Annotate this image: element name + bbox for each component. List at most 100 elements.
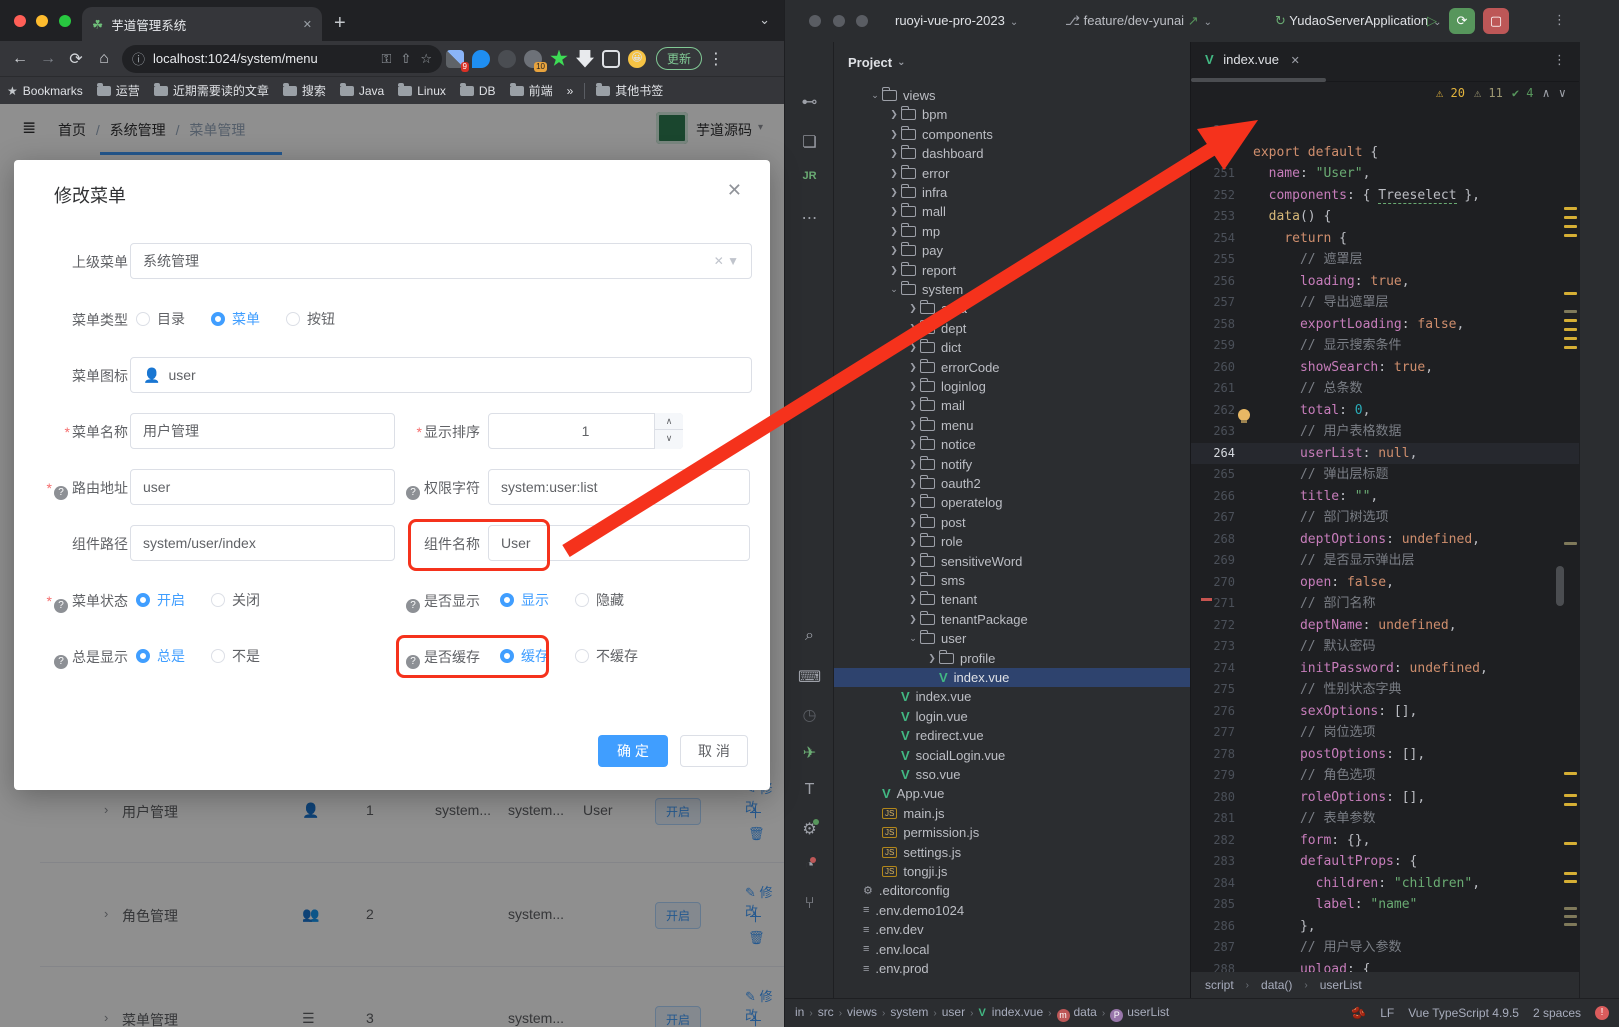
ide-close-icon[interactable] bbox=[809, 15, 821, 27]
traffic-lights[interactable] bbox=[14, 14, 71, 32]
bookmarks-manager[interactable]: ★ Bookmarks bbox=[7, 84, 83, 98]
ide-minimize-icon[interactable] bbox=[833, 15, 845, 27]
editor-breadcrumbs[interactable]: script › data() › userList bbox=[1191, 972, 1579, 998]
jrebel-plugin-icon[interactable]: JR bbox=[785, 170, 834, 182]
code-line[interactable]: 277 // 岗位选项 bbox=[1191, 722, 1579, 744]
code-line[interactable]: 272 deptName: undefined, bbox=[1191, 615, 1579, 637]
terminal-tool-icon[interactable]: ⌨ bbox=[785, 667, 834, 687]
tree-folder[interactable]: ❯components bbox=[834, 125, 1190, 144]
tree-folder[interactable]: ❯tenant bbox=[834, 590, 1190, 609]
code-line[interactable]: 261 // 总条数 bbox=[1191, 378, 1579, 400]
tree-folder[interactable]: ❯dashboard bbox=[834, 144, 1190, 163]
extension-circle-icon[interactable] bbox=[498, 50, 516, 68]
vcs-branch-widget[interactable]: ⎇ feature/dev-yunai ↗⌄ bbox=[1065, 13, 1212, 29]
browser-tab[interactable]: ☘ 芋道管理系统 ✕ bbox=[82, 7, 322, 41]
home-icon[interactable]: ⌂ bbox=[90, 50, 118, 68]
tree-folder[interactable]: ❯mp bbox=[834, 222, 1190, 241]
code-line[interactable]: 278 postOptions: [], bbox=[1191, 744, 1579, 766]
back-icon[interactable]: ← bbox=[6, 50, 34, 68]
run-config-selector[interactable]: ↻ YudaoServerApplication⌄ bbox=[1275, 13, 1441, 29]
code-line[interactable]: 255 // 遮罩层 bbox=[1191, 249, 1579, 271]
git-tool-icon[interactable]: ⑂ bbox=[785, 895, 834, 913]
crumb-script[interactable]: script bbox=[1205, 978, 1234, 992]
bookmark-folder[interactable]: DB bbox=[460, 82, 496, 99]
tree-folder[interactable]: ❯pay bbox=[834, 241, 1190, 260]
statusbar-path-item[interactable]: Vindex.vue bbox=[978, 1005, 1043, 1019]
tree-folder[interactable]: ❯bpm bbox=[834, 105, 1190, 124]
spring-statusbar-icon[interactable]: 🫘 bbox=[1351, 1006, 1366, 1020]
rerun-debug-button[interactable]: ⟳ bbox=[1449, 8, 1475, 34]
code-line[interactable]: 275 // 性别状态字典 bbox=[1191, 679, 1579, 701]
tree-file[interactable]: ≡.env.local bbox=[834, 940, 1190, 959]
code-line[interactable]: 282 form: {}, bbox=[1191, 830, 1579, 852]
code-line[interactable]: 280 roleOptions: [], bbox=[1191, 787, 1579, 809]
ide-zoom-icon[interactable] bbox=[856, 15, 868, 27]
code-line[interactable]: 263 // 用户表格数据 bbox=[1191, 421, 1579, 443]
code-line[interactable]: 288 upload: { bbox=[1191, 959, 1579, 973]
bookmark-folder[interactable]: 近期需要读的文章 bbox=[154, 82, 269, 99]
bookmark-folder[interactable]: Linux bbox=[398, 82, 446, 99]
code-line[interactable]: 252 components: { Treeselect }, bbox=[1191, 185, 1579, 207]
site-info-icon[interactable]: ⓘ bbox=[132, 49, 145, 68]
language-level[interactable]: Vue TypeScript 4.9.5 bbox=[1408, 1006, 1519, 1020]
stop-button[interactable]: ▢ bbox=[1483, 8, 1509, 34]
radio-option[interactable]: 目录 bbox=[136, 309, 185, 329]
project-selector[interactable]: ruoyi-vue-pro-2023⌄ bbox=[895, 13, 1018, 28]
profile-avatar-icon[interactable]: 😀 bbox=[628, 50, 646, 68]
tree-file[interactable]: ≡.env.dev bbox=[834, 920, 1190, 939]
browser-menu-kebab-icon[interactable]: ⋮ bbox=[702, 49, 730, 69]
services-tool-icon[interactable]: T bbox=[785, 781, 834, 799]
radio-option[interactable]: 关闭 bbox=[211, 590, 260, 610]
bookmark-folder[interactable]: 搜索 bbox=[283, 82, 326, 99]
statusbar-path-item[interactable]: system bbox=[890, 1005, 928, 1019]
error-indicator-icon[interactable]: ! bbox=[1595, 1006, 1609, 1020]
radio-option[interactable]: 按钮 bbox=[286, 309, 335, 329]
other-bookmarks-folder[interactable]: 其他书签 bbox=[596, 82, 663, 99]
code-line[interactable]: 257 // 导出遮罩层 bbox=[1191, 292, 1579, 314]
number-stepper[interactable]: ∧∨ bbox=[654, 413, 683, 449]
crumb-userlist[interactable]: userList bbox=[1320, 978, 1362, 992]
tree-folder[interactable]: ❯dict bbox=[834, 338, 1190, 357]
bookmark-star-icon[interactable]: ☆ bbox=[420, 51, 432, 67]
tab-close-icon[interactable]: ✕ bbox=[1291, 55, 1300, 67]
tree-folder[interactable]: ❯tenantPackage bbox=[834, 610, 1190, 629]
tree-folder[interactable]: ❯infra bbox=[834, 183, 1190, 202]
bookmark-folder[interactable]: Java bbox=[340, 82, 384, 99]
code-line[interactable]: 287 // 用户导入参数 bbox=[1191, 937, 1579, 959]
tree-folder[interactable]: ❯profile bbox=[834, 649, 1190, 668]
intention-bulb-icon[interactable] bbox=[1238, 409, 1250, 421]
statusbar-path-item[interactable]: mdata bbox=[1057, 1005, 1097, 1019]
tree-folder[interactable]: ❯notice bbox=[834, 435, 1190, 454]
code-line[interactable]: 264 userList: null, bbox=[1191, 443, 1579, 465]
code-line[interactable]: 251 name: "User", bbox=[1191, 163, 1579, 185]
field-input[interactable]: system:user:list bbox=[488, 469, 750, 505]
crumb-data[interactable]: data() bbox=[1261, 978, 1292, 992]
code-line[interactable]: 269 // 是否显示弹出层 bbox=[1191, 550, 1579, 572]
tab-search-chevron-icon[interactable]: ⌄ bbox=[759, 12, 770, 28]
code-line[interactable]: 276 sexOptions: [], bbox=[1191, 701, 1579, 723]
code-line[interactable]: 266 title: "", bbox=[1191, 486, 1579, 508]
radio-option[interactable]: 显示 bbox=[500, 590, 549, 610]
code-line[interactable]: 286 }, bbox=[1191, 916, 1579, 938]
tree-folder[interactable]: ❯mall bbox=[834, 202, 1190, 221]
share-icon[interactable]: ⇧ bbox=[400, 51, 411, 67]
code-line[interactable]: 283 defaultProps: { bbox=[1191, 851, 1579, 873]
profiler-tool-icon[interactable]: ◷ bbox=[785, 705, 834, 725]
radio-option[interactable]: 菜单 bbox=[211, 309, 260, 329]
tree-folder[interactable]: ❯post bbox=[834, 513, 1190, 532]
new-tab-button[interactable]: + bbox=[334, 12, 346, 35]
tree-folder[interactable]: ❯loginlog bbox=[834, 377, 1190, 396]
code-line[interactable]: 285 label: "name" bbox=[1191, 894, 1579, 916]
run-button[interactable]: ▷ bbox=[1419, 8, 1445, 34]
tree-file[interactable]: VApp.vue bbox=[834, 784, 1190, 803]
minimize-window-icon[interactable] bbox=[36, 15, 48, 27]
jrebel-run-icon[interactable]: ✈ bbox=[785, 743, 834, 763]
statusbar-path-item[interactable]: in bbox=[795, 1005, 804, 1019]
radio-option[interactable]: 隐藏 bbox=[575, 590, 624, 610]
tree-file[interactable]: ≡.env.prod bbox=[834, 959, 1190, 978]
tree-file[interactable]: ≡.env.demo1024 bbox=[834, 901, 1190, 920]
tree-folder[interactable]: ❯dept bbox=[834, 319, 1190, 338]
radio-option[interactable]: 不是 bbox=[211, 646, 260, 666]
tree-folder[interactable]: ❯sensitiveWord bbox=[834, 552, 1190, 571]
menu-icon-input[interactable]: 👤user bbox=[130, 357, 752, 393]
